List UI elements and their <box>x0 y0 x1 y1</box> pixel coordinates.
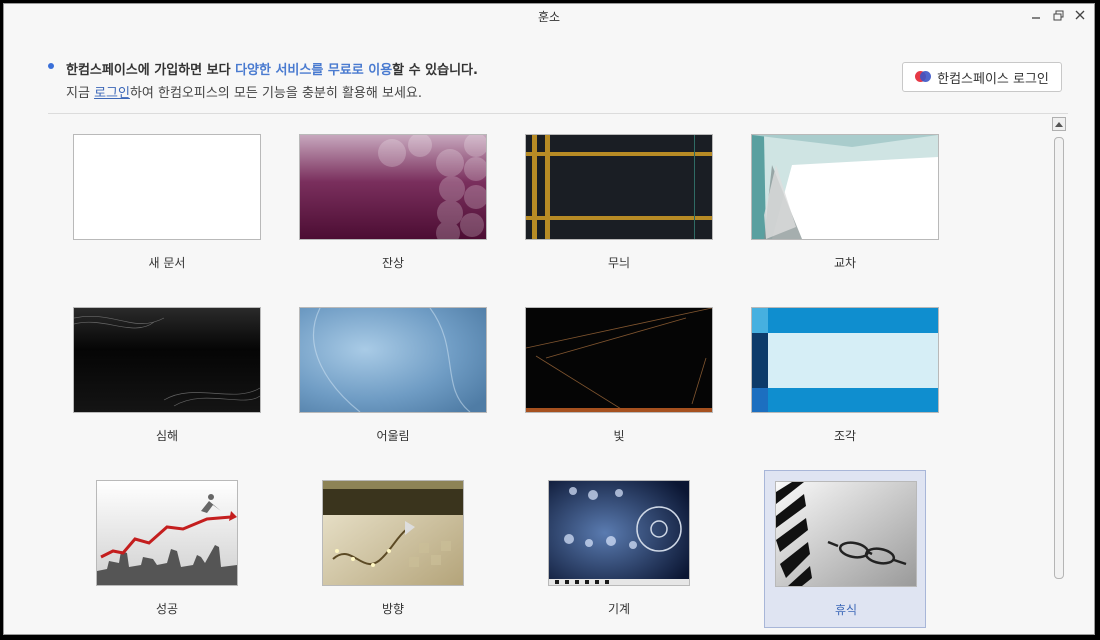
template-thumbnail[interactable] <box>299 134 487 240</box>
template-item-piece[interactable]: 조각 <box>746 302 944 452</box>
template-item-pattern[interactable]: 무늬 <box>520 129 718 279</box>
template-thumbnail[interactable] <box>525 134 713 240</box>
title-bar: 훈소 <box>4 4 1094 28</box>
restore-icon[interactable] <box>1050 6 1066 24</box>
hancom-space-login-button[interactable]: 한컴스페이스 로그인 <box>902 62 1062 92</box>
bullet-icon <box>48 63 54 69</box>
login-button-label: 한컴스페이스 로그인 <box>937 71 1049 87</box>
headline-text-b: 할 수 있습니다. <box>392 63 478 78</box>
window-controls <box>1028 6 1088 24</box>
template-label: 교차 <box>833 256 857 270</box>
headline-text-a: 한컴스페이스에 가입하면 보다 <box>66 63 236 78</box>
template-thumbnail[interactable] <box>299 307 487 413</box>
minimize-icon[interactable] <box>1028 6 1044 24</box>
template-label: 무늬 <box>607 256 631 270</box>
template-label: 빛 <box>613 429 625 443</box>
banner-subtext: 지금 로그인하여 한컴오피스의 모든 기능을 충분히 활용해 보세요. <box>66 82 422 101</box>
template-label: 휴식 <box>834 603 858 617</box>
template-thumbnail[interactable] <box>322 480 464 586</box>
template-item-cross[interactable]: 교차 <box>746 129 944 279</box>
scroll-thumb[interactable] <box>1054 137 1064 579</box>
template-thumbnail[interactable] <box>775 481 917 587</box>
template-thumbnail[interactable] <box>73 307 261 413</box>
template-label: 잔상 <box>381 256 405 270</box>
template-item-afterimage[interactable]: 잔상 <box>294 129 492 279</box>
template-thumbnail[interactable] <box>73 134 261 240</box>
template-item-rest[interactable]: 휴식 <box>764 470 926 628</box>
close-icon[interactable] <box>1072 6 1088 24</box>
divider <box>48 113 1068 114</box>
banner-headline: 한컴스페이스에 가입하면 보다 다양한 서비스를 무료로 이용할 수 있습니다. <box>66 59 478 78</box>
template-label: 새 문서 <box>148 256 186 270</box>
subtext-b: 하여 한컴오피스의 모든 기능을 충분히 활용해 보세요. <box>129 86 422 101</box>
window-title: 훈소 <box>537 10 561 24</box>
template-thumbnail[interactable] <box>751 307 939 413</box>
template-item-direction[interactable]: 방향 <box>312 470 474 628</box>
scrollbar[interactable] <box>1050 117 1068 634</box>
template-item-deepsea[interactable]: 심해 <box>68 302 266 452</box>
template-item-machine[interactable]: 기계 <box>538 470 700 628</box>
template-label: 성공 <box>155 602 179 616</box>
template-item-blank[interactable]: 새 문서 <box>68 129 266 279</box>
template-label: 어울림 <box>376 429 410 443</box>
template-thumbnail[interactable] <box>548 480 690 586</box>
template-item-harmony[interactable]: 어울림 <box>294 302 492 452</box>
template-thumbnail[interactable] <box>96 480 238 586</box>
template-item-light[interactable]: 빛 <box>520 302 718 452</box>
template-thumbnail[interactable] <box>525 307 713 413</box>
login-link[interactable]: 로그인 <box>94 86 130 101</box>
template-label: 방향 <box>381 602 405 616</box>
template-grid: 새 문서 잔상 무늬 교차심해 어울림 빛 조각성공 방향 기계 휴식 <box>48 116 1048 634</box>
headline-highlight: 다양한 서비스를 무료로 이용 <box>235 63 393 78</box>
scroll-up-icon[interactable] <box>1052 117 1066 131</box>
template-thumbnail[interactable] <box>751 134 939 240</box>
template-label: 심해 <box>155 429 179 443</box>
template-item-success[interactable]: 성공 <box>86 470 248 628</box>
dialog-window: 훈소 한컴스페이스에 가입하면 보다 다양한 서비스를 무료로 이용할 수 있습… <box>3 3 1095 635</box>
subtext-a: 지금 <box>66 86 95 101</box>
template-label: 기계 <box>607 602 631 616</box>
template-label: 조각 <box>833 429 857 443</box>
hancom-space-logo-icon <box>915 70 932 84</box>
